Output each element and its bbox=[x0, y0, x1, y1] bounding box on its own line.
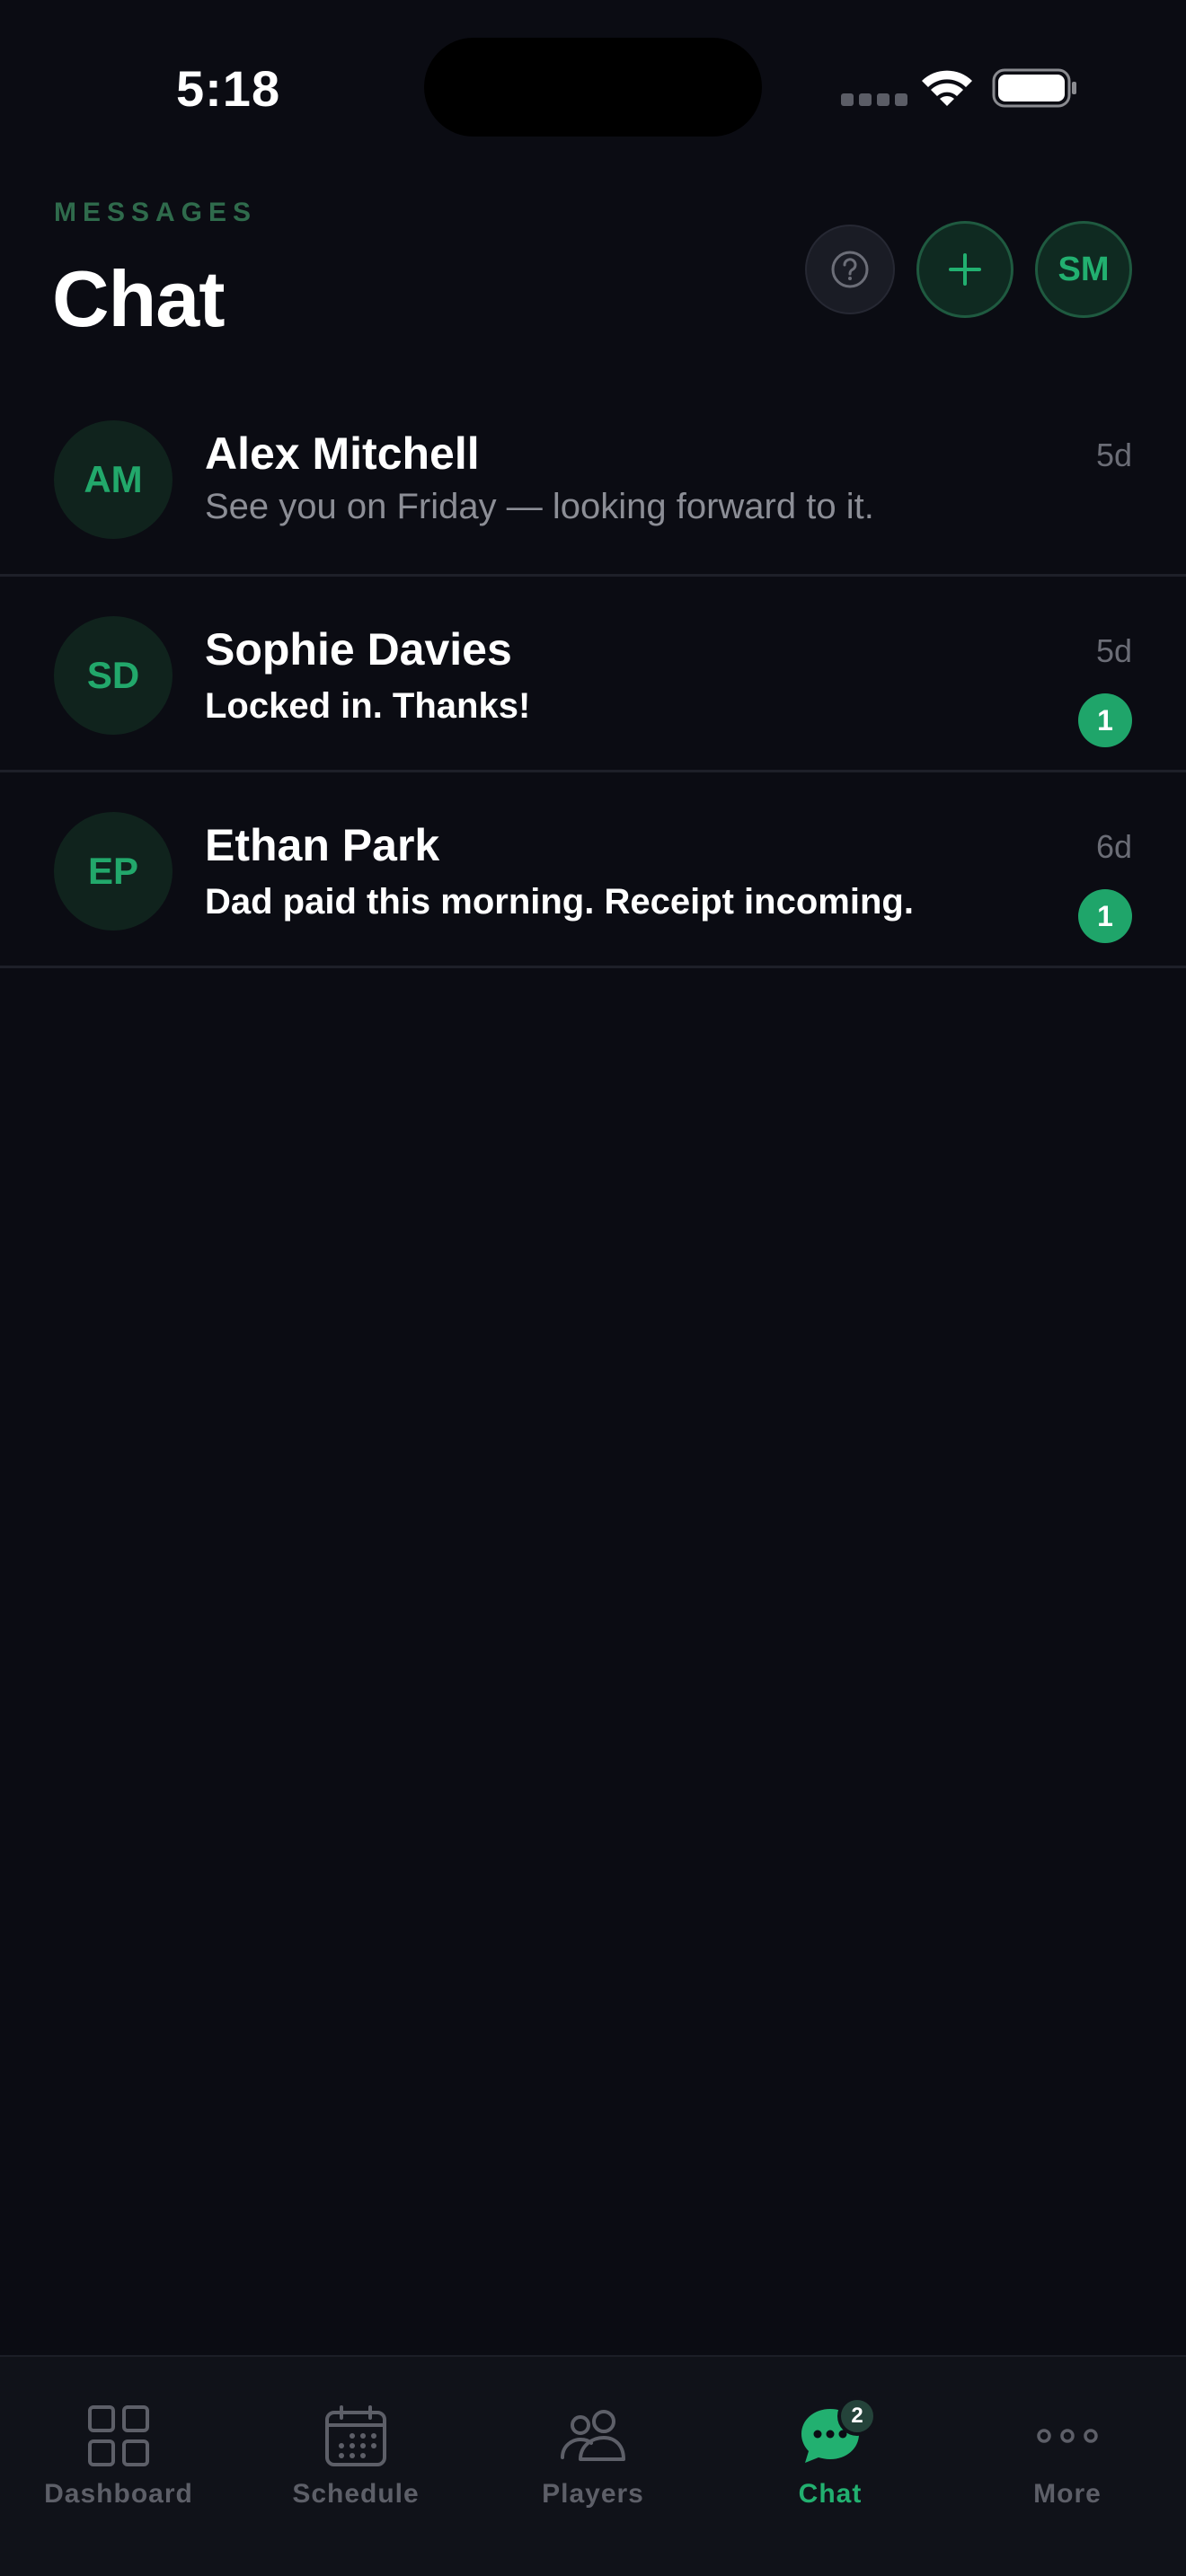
chat-time: 6d bbox=[1095, 828, 1132, 865]
tab-label: Chat bbox=[798, 2479, 863, 2509]
chat-name: Alex Mitchell bbox=[205, 428, 480, 479]
people-icon bbox=[561, 2410, 625, 2461]
page-title: Chat bbox=[52, 254, 226, 343]
dynamic-island bbox=[424, 38, 762, 137]
cellular-signal-icon bbox=[841, 93, 907, 106]
avatar: AM bbox=[54, 420, 173, 539]
new-chat-button[interactable] bbox=[916, 221, 1013, 318]
wifi-icon bbox=[922, 70, 972, 106]
chat-screen: 5:18 MESSAGES Chat SM AM Alex Mitchell S… bbox=[0, 0, 1186, 2576]
unread-badge: 1 bbox=[1078, 693, 1132, 747]
section-eyebrow: MESSAGES bbox=[54, 198, 258, 227]
tab-badge: 2 bbox=[837, 2396, 877, 2436]
battery-icon bbox=[992, 68, 1076, 108]
chat-row[interactable]: SD Sophie Davies Locked in. Thanks! 5d 1 bbox=[0, 577, 1186, 772]
tab-label: Players bbox=[542, 2479, 644, 2509]
chat-preview: Locked in. Thanks! bbox=[205, 686, 531, 726]
chat-time: 5d bbox=[1095, 632, 1132, 669]
tab-label: More bbox=[1033, 2479, 1102, 2509]
chat-time: 5d bbox=[1095, 437, 1132, 473]
tab-more[interactable]: More bbox=[949, 2357, 1186, 2536]
chat-preview: Dad paid this morning. Receipt incoming. bbox=[205, 882, 914, 922]
chat-preview: See you on Friday — looking forward to i… bbox=[205, 487, 874, 526]
question-circle-icon bbox=[831, 251, 869, 288]
chat-row[interactable]: EP Ethan Park Dad paid this morning. Rec… bbox=[0, 772, 1186, 968]
more-dots-icon bbox=[1037, 2429, 1098, 2443]
chat-name: Ethan Park bbox=[205, 820, 440, 870]
grid-icon bbox=[88, 2405, 149, 2466]
profile-avatar-button[interactable]: SM bbox=[1035, 221, 1132, 318]
unread-badge: 1 bbox=[1078, 889, 1132, 943]
tab-chat[interactable]: 2 Chat bbox=[712, 2357, 949, 2536]
tab-schedule[interactable]: Schedule bbox=[237, 2357, 474, 2536]
help-button[interactable] bbox=[805, 225, 895, 314]
chat-row[interactable]: AM Alex Mitchell See you on Friday — loo… bbox=[0, 381, 1186, 577]
chat-name: Sophie Davies bbox=[205, 624, 512, 675]
avatar: EP bbox=[54, 812, 173, 931]
tab-label: Dashboard bbox=[44, 2479, 193, 2509]
tab-dashboard[interactable]: Dashboard bbox=[0, 2357, 237, 2536]
plus-icon bbox=[949, 253, 981, 286]
chat-list: AM Alex Mitchell See you on Friday — loo… bbox=[0, 381, 1186, 968]
tab-players[interactable]: Players bbox=[474, 2357, 712, 2536]
tab-bar: Dashboard Schedule Players 2 Chat More bbox=[0, 2355, 1186, 2576]
status-time: 5:18 bbox=[176, 60, 281, 117]
avatar: SD bbox=[54, 616, 173, 735]
profile-initials: SM bbox=[1058, 250, 1110, 288]
calendar-icon bbox=[325, 2405, 386, 2466]
tab-label: Schedule bbox=[292, 2479, 420, 2509]
